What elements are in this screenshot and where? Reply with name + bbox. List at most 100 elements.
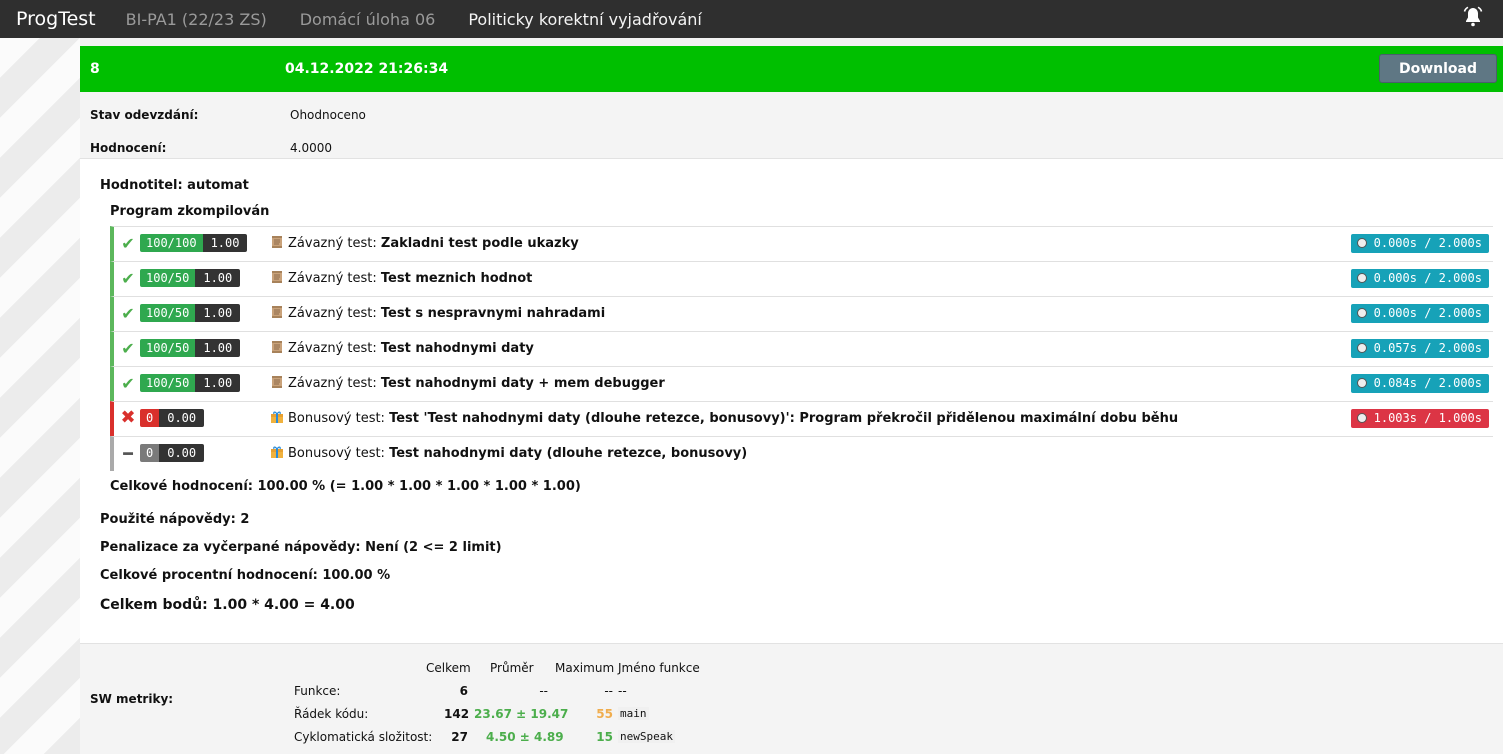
grade-value: 4.0000	[290, 141, 332, 155]
time-value: 0.000s / 2.000s	[1373, 306, 1482, 320]
total-points: Celkem bodů: 1.00 * 4.00 = 4.00	[100, 597, 355, 613]
metric-row-total: 27	[451, 730, 468, 744]
submission-date: 04.12.2022 21:26:34	[285, 61, 449, 77]
test-name: Zakladni test podle ukazky	[380, 236, 579, 251]
check-icon: ✔	[121, 269, 135, 288]
test-name: Test s nespravnymi nahradami	[380, 306, 606, 321]
submission-id: 8	[90, 61, 100, 77]
compiled-status: Program zkompilován	[110, 204, 270, 219]
time-badge: 0.000s / 2.000s	[1350, 304, 1489, 323]
score-badge: 0	[140, 409, 160, 427]
factor-badge: 1.00	[195, 339, 241, 357]
metric-row-fn: main	[618, 707, 649, 720]
time-value: 1.003s / 1.000s	[1373, 411, 1482, 425]
time-value: 0.057s / 2.000s	[1373, 341, 1482, 355]
status-value: Ohodnoceno	[290, 108, 366, 122]
metric-row-avg: 23.67 ± 19.47	[474, 707, 569, 721]
test-kind: Závazný test:	[288, 306, 377, 321]
factor-badge: 0.00	[159, 409, 205, 427]
time-value: 0.000s / 2.000s	[1373, 236, 1482, 250]
test-kind: Závazný test:	[288, 271, 377, 286]
metric-row-fn: newSpeak	[618, 730, 675, 743]
test-name: Test nahodnymi daty (dlouhe retezce, bon…	[389, 446, 748, 461]
metrics-header-max: Maximum	[555, 661, 615, 675]
test-label: Závazný test: Zakladni test podle ukazky	[270, 235, 579, 251]
score-badges: 100/50 1.00	[140, 269, 241, 287]
factor-badge: 1.00	[202, 234, 248, 252]
download-button[interactable]: Download	[1379, 54, 1497, 83]
test-row: ━ 0 0.00 Bonusový test: Test nahodnymi daty…	[110, 436, 1493, 471]
percent-score: Celkové procentní hodnocení: 100.00 %	[100, 568, 391, 583]
status-label: Stav odevzdání:	[90, 108, 199, 122]
factor-badge: 1.00	[195, 374, 241, 392]
cross-icon: ✖	[120, 407, 136, 428]
metrics-header-total: Celkem	[426, 661, 471, 675]
clock-icon	[1356, 343, 1367, 353]
clock-icon	[1356, 378, 1367, 388]
background-pattern	[0, 38, 80, 754]
metric-row-name: Cyklomatická složitost:	[294, 730, 433, 744]
metric-row-max: 55	[596, 707, 613, 721]
test-row: ✔ 100/100 1.00 Závazný test: Zakladni test …	[110, 226, 1493, 261]
metrics-label: SW metriky:	[90, 692, 174, 706]
test-row: ✔ 100/50 1.00 Závazný test: Test nahodnymi …	[110, 366, 1493, 401]
time-badge: 1.003s / 1.000s	[1350, 409, 1489, 428]
score-badge: 0	[140, 444, 160, 462]
score-badges: 0 0.00	[140, 409, 205, 427]
time-badge: 0.084s / 2.000s	[1350, 374, 1489, 393]
score-badges: 0 0.00	[140, 444, 205, 462]
test-kind: Závazný test:	[288, 376, 377, 391]
nav-task[interactable]: Politicky korektní vyjadřování	[468, 10, 702, 29]
test-label: Závazný test: Test nahodnymi daty + mem …	[270, 375, 665, 391]
test-row: ✔ 100/50 1.00 Závazný test: Test meznich ho…	[110, 261, 1493, 296]
nav-course[interactable]: BI-PA1 (22/23 ZS)	[126, 10, 267, 29]
gift-icon	[271, 446, 283, 458]
brand-logo[interactable]: ProgTest	[16, 8, 96, 30]
dash-icon: ━	[123, 444, 133, 463]
score-badge: 100/50	[140, 269, 196, 287]
test-row: ✔ 100/50 1.00 Závazný test: Test nahodnymi …	[110, 331, 1493, 366]
time-value: 0.000s / 2.000s	[1373, 271, 1482, 285]
score-badge: 100/50	[140, 374, 196, 392]
time-value: 0.084s / 2.000s	[1373, 376, 1482, 390]
check-icon: ✔	[121, 234, 135, 253]
check-icon: ✔	[121, 304, 135, 323]
nav-homework[interactable]: Domácí úloha 06	[300, 10, 436, 29]
test-row: ✖ 0 0.00 Bonusový test: Test 'Test nahodnym…	[110, 401, 1493, 436]
test-label: Závazný test: Test nahodnymi daty	[270, 340, 534, 356]
submission-header: 8 04.12.2022 21:26:34 Download	[80, 46, 1503, 92]
grade-label: Hodnocení:	[90, 141, 167, 155]
metric-row-total: 142	[444, 707, 470, 721]
clock-icon	[1356, 273, 1367, 283]
scroll-icon	[272, 236, 282, 248]
scroll-icon	[272, 376, 282, 388]
test-kind: Bonusový test:	[288, 446, 385, 461]
sw-metrics: SW metriky: Celkem Průměr Maximum Jméno …	[80, 643, 1503, 754]
clock-icon	[1356, 238, 1367, 248]
submission-card: 8 04.12.2022 21:26:34 Download Stav odev…	[80, 46, 1503, 754]
test-label: Bonusový test: Test nahodnymi daty (dlou…	[270, 445, 747, 461]
time-badge: 0.057s / 2.000s	[1350, 339, 1489, 358]
submission-info: Stav odevzdání: Ohodnoceno Hodnocení: 4.…	[80, 92, 1503, 159]
clock-icon	[1356, 413, 1367, 423]
hints-used: Použité nápovědy: 2	[100, 512, 250, 527]
total-score: Celkové hodnocení: 100.00 % (= 1.00 * 1.…	[110, 479, 581, 494]
factor-badge: 1.00	[195, 304, 241, 322]
gift-icon	[271, 411, 283, 423]
time-badge: 0.000s / 2.000s	[1350, 269, 1489, 288]
test-kind: Závazný test:	[288, 236, 377, 251]
test-row: ✔ 100/50 1.00 Závazný test: Test s nespravn…	[110, 296, 1493, 331]
scroll-icon	[272, 341, 282, 353]
test-kind: Závazný test:	[288, 341, 377, 356]
test-name: Test nahodnymi daty + mem debugger	[380, 376, 665, 391]
check-icon: ✔	[121, 339, 135, 358]
metric-row-fn: --	[618, 684, 627, 698]
bell-icon[interactable]	[1461, 5, 1485, 29]
top-navbar: ProgTest BI-PA1 (22/23 ZS) Domácí úloha …	[0, 0, 1503, 38]
score-badges: 100/50 1.00	[140, 374, 241, 392]
metric-row-name: Řádek kódu:	[294, 707, 369, 721]
test-kind: Bonusový test:	[288, 411, 385, 426]
metric-row-avg: --	[539, 684, 548, 698]
factor-badge: 0.00	[159, 444, 205, 462]
hint-penalty: Penalizace za vyčerpané nápovědy: Není (…	[100, 540, 502, 555]
